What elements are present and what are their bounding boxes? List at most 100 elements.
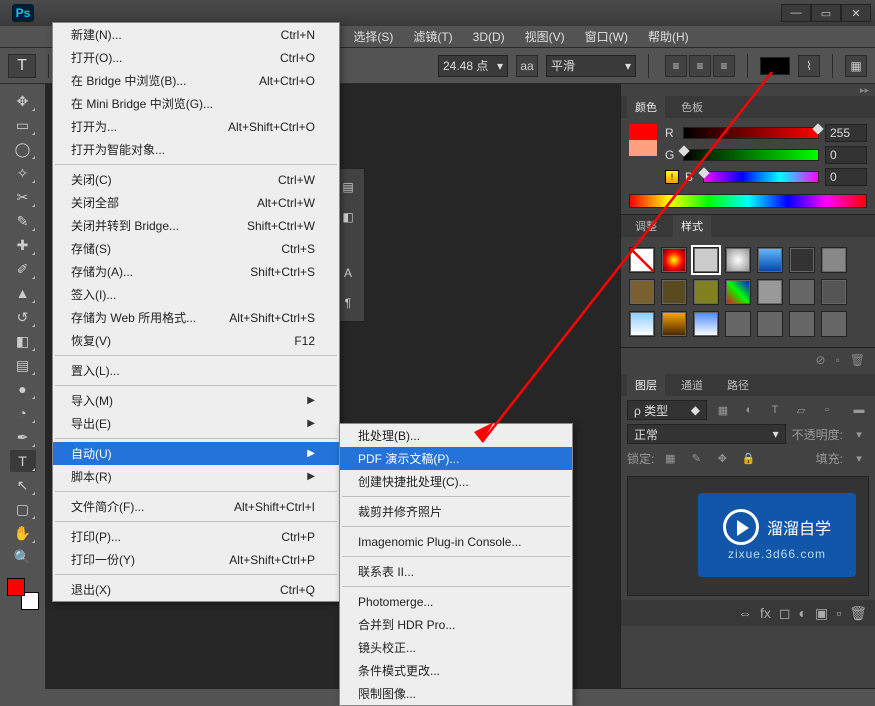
align-left-icon[interactable]: ≡ [665,55,687,77]
type-tool[interactable]: T [10,450,36,472]
automate-menu-item[interactable]: 联系表 II... [340,560,572,583]
file-menu-item[interactable]: 存储(S)Ctrl+S [53,237,339,260]
file-menu-item[interactable]: 退出(X)Ctrl+Q [53,578,339,601]
style-swatch[interactable] [789,247,815,273]
automate-menu-item[interactable]: Photomerge... [340,590,572,613]
tab-layers[interactable]: 图层 [627,374,665,396]
r-value[interactable]: 255 [825,124,867,142]
file-menu-item[interactable]: 打开(O)...Ctrl+O [53,46,339,69]
group-icon[interactable]: ▣ [815,605,828,622]
gamut-warning-icon[interactable]: ! [665,170,679,184]
text-color-swatch[interactable] [760,57,790,75]
crop-tool[interactable]: ✂ [10,186,36,208]
file-menu-item[interactable]: 关闭并转到 Bridge...Shift+Ctrl+W [53,214,339,237]
fx-icon[interactable]: fx [760,605,771,621]
layers-list[interactable]: 溜溜自学 zixue.3d66.com [627,476,869,596]
file-menu-item[interactable]: 导入(M)▶ [53,389,339,412]
file-menu-item[interactable]: 打开为...Alt+Shift+Ctrl+O [53,115,339,138]
file-menu-item[interactable]: 恢复(V)F12 [53,329,339,352]
history-brush-tool[interactable]: ↺ [10,306,36,328]
layer-filter-kind[interactable]: ρ 类型◆ [627,400,707,420]
current-tool-icon[interactable]: T [8,54,36,78]
lasso-tool[interactable]: ◯ [10,138,36,160]
file-menu-item[interactable]: 新建(N)...Ctrl+N [53,23,339,46]
maximize-button[interactable]: ▭ [811,4,841,22]
menu-select[interactable]: 选择(S) [343,26,403,47]
style-swatch[interactable] [757,247,783,273]
menu-view[interactable]: 视图(V) [515,26,575,47]
file-menu-item[interactable]: 自动(U)▶ [53,442,339,465]
opacity-value[interactable]: ▾ [849,424,869,444]
gradient-tool[interactable]: ▤ [10,354,36,376]
tab-adjustments[interactable]: 调整 [627,215,665,237]
panel-collapse[interactable]: ▸▸ [621,84,875,96]
lock-trans-icon[interactable]: ▦ [660,448,680,468]
automate-menu-item[interactable]: 裁剪并修齐照片 [340,500,572,523]
color-preview[interactable] [629,124,657,156]
link-icon[interactable]: ⇔ [738,605,752,621]
file-menu-item[interactable]: 导出(E)▶ [53,412,339,435]
style-swatch[interactable] [725,279,751,305]
automate-menu-item[interactable]: 合并到 HDR Pro... [340,613,572,636]
r-slider[interactable] [683,127,819,139]
file-menu-item[interactable]: 关闭(C)Ctrl+W [53,168,339,191]
style-swatch[interactable] [661,247,687,273]
tab-swatches[interactable]: 色板 [673,96,711,118]
style-swatch[interactable] [661,311,687,337]
file-menu-item[interactable]: 在 Bridge 中浏览(B)...Alt+Ctrl+O [53,69,339,92]
b-value[interactable]: 0 [825,168,867,186]
style-swatch[interactable] [789,279,815,305]
dodge-tool[interactable]: ◔ [10,402,36,424]
eraser-tool[interactable]: ◧ [10,330,36,352]
style-swatch[interactable] [725,311,751,337]
new-icon[interactable]: ▫ [836,353,840,367]
style-swatch[interactable] [757,311,783,337]
file-menu-item[interactable]: 脚本(R)▶ [53,465,339,488]
move-tool[interactable]: ✥ [10,90,36,112]
tab-channels[interactable]: 通道 [673,374,711,396]
style-none[interactable] [629,247,655,273]
b-slider[interactable] [703,171,819,183]
eyedropper-tool[interactable]: ✎ [10,210,36,232]
style-swatch[interactable] [789,311,815,337]
foreground-color[interactable] [7,578,25,596]
lock-all-icon[interactable]: 🔒 [738,448,758,468]
panels-icon[interactable]: ▦ [845,55,867,77]
marquee-tool[interactable]: ▭ [10,114,36,136]
shape-tool[interactable]: ▢ [10,498,36,520]
menu-window[interactable]: 窗口(W) [575,26,638,47]
menu-help[interactable]: 帮助(H) [638,26,699,47]
file-menu-item[interactable]: 打印一份(Y)Alt+Shift+Ctrl+P [53,548,339,571]
blur-tool[interactable]: ● [10,378,36,400]
automate-menu-item[interactable]: 限制图像... [340,682,572,705]
font-size-select[interactable]: 24.48 点▾ [438,55,508,77]
style-swatch[interactable] [821,279,847,305]
file-menu-item[interactable]: 签入(I)... [53,283,339,306]
path-select-tool[interactable]: ↖ [10,474,36,496]
filter-smart-icon[interactable]: ▫ [817,400,837,420]
style-swatch[interactable] [693,311,719,337]
automate-menu-item[interactable]: PDF 演示文稿(P)... [340,447,572,470]
new-layer-icon[interactable]: ▫ [836,605,841,621]
file-menu-item[interactable]: 关闭全部Alt+Ctrl+W [53,191,339,214]
style-swatch[interactable] [693,279,719,305]
warp-text-icon[interactable]: ⌇ [798,55,820,77]
foreground-background-colors[interactable] [7,578,39,610]
filter-adjust-icon[interactable]: ◐ [739,400,759,420]
filter-toggle[interactable]: ▬ [849,400,869,420]
file-menu-item[interactable]: 打印(P)...Ctrl+P [53,525,339,548]
g-value[interactable]: 0 [825,146,867,164]
lock-pixel-icon[interactable]: ✎ [686,448,706,468]
style-swatch[interactable] [629,311,655,337]
file-menu-item[interactable]: 文件简介(F)...Alt+Shift+Ctrl+I [53,495,339,518]
file-menu-item[interactable]: 存储为 Web 所用格式...Alt+Shift+Ctrl+S [53,306,339,329]
menu-3d[interactable]: 3D(D) [463,28,515,46]
tab-paths[interactable]: 路径 [719,374,757,396]
file-menu-item[interactable]: 置入(L)... [53,359,339,382]
style-swatch[interactable] [821,247,847,273]
g-slider[interactable] [683,149,819,161]
style-swatch[interactable] [821,311,847,337]
automate-menu-item[interactable]: 批处理(B)... [340,424,572,447]
wand-tool[interactable]: ✧ [10,162,36,184]
blend-mode-select[interactable]: 正常▾ [627,424,786,444]
